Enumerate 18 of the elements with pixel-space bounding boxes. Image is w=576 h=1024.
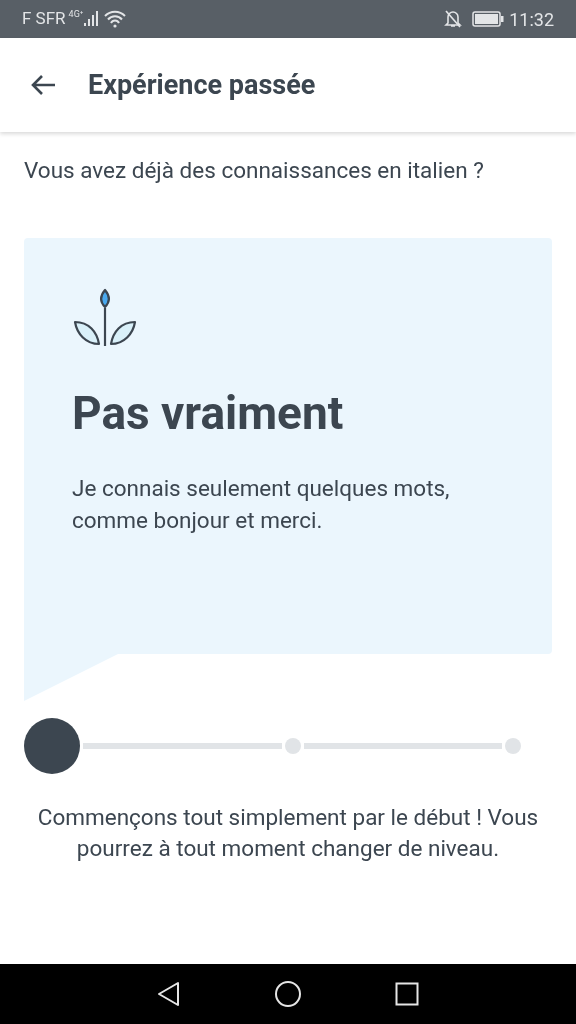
- battery-icon: [472, 11, 505, 27]
- back-icon[interactable]: [156, 981, 181, 1007]
- question-text: Vous avez déjà des connaissances en italien ?: [24, 156, 485, 185]
- back-arrow-icon: [30, 74, 56, 96]
- muted-bell-icon: [444, 9, 463, 29]
- recents-icon[interactable]: [395, 982, 420, 1006]
- card-title: Pas vraiment: [72, 385, 345, 441]
- screen-title: Expérience passée: [88, 67, 316, 103]
- clock: 11:32: [509, 7, 554, 32]
- wifi-icon: [104, 10, 127, 28]
- slider-thumb[interactable]: [24, 718, 80, 774]
- hint-text: Commençons tout simplement par le début ! Vous pourrez à tout moment changer de niveau.: [36, 803, 540, 863]
- home-icon[interactable]: [274, 980, 302, 1008]
- card-description: Je connais seulement quelques mots, comme bonjour et merci.: [72, 474, 451, 535]
- sprout-icon: [72, 288, 138, 348]
- carrier-label: F SFR: [22, 7, 66, 31]
- network-label: 4G⁺: [68, 8, 84, 21]
- signal-icon: [84, 11, 99, 27]
